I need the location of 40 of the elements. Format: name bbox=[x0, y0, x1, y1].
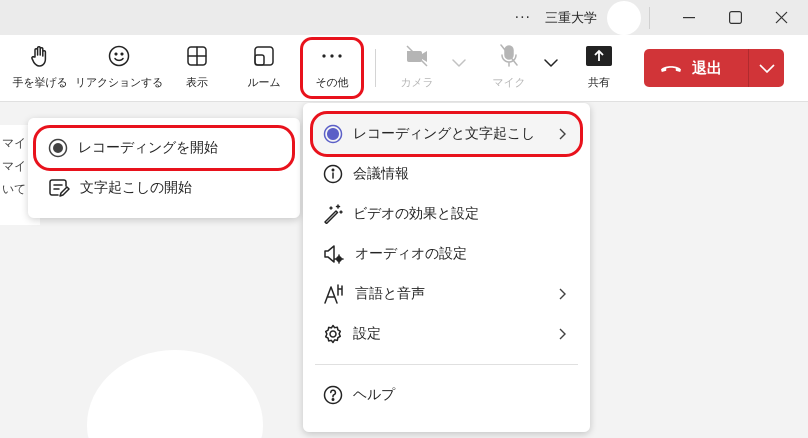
chevron-down-icon bbox=[758, 64, 774, 72]
record-icon bbox=[323, 124, 343, 144]
transcript-icon bbox=[48, 178, 70, 198]
share-icon bbox=[586, 46, 612, 66]
toolbar-button[interactable]: ルーム bbox=[232, 40, 296, 96]
settings-icon bbox=[323, 324, 343, 344]
grid-icon bbox=[187, 46, 207, 66]
info-icon bbox=[323, 164, 343, 184]
menu-item[interactable]: ヘルプ bbox=[313, 375, 580, 415]
camera-off-icon bbox=[405, 45, 429, 67]
mic-off-icon bbox=[499, 44, 519, 68]
more-options-icon[interactable]: ··· bbox=[514, 10, 531, 26]
menu-item[interactable]: 言語と音声 bbox=[313, 274, 580, 314]
toolbar-button[interactable]: 共有 bbox=[572, 40, 626, 96]
notification-text: マイ bbox=[2, 158, 27, 175]
radio-button-icon bbox=[48, 138, 68, 158]
toolbar-button[interactable]: 表示 bbox=[162, 40, 232, 96]
more-icon bbox=[322, 54, 342, 58]
menu-item[interactable]: 文字起こしの開始 bbox=[36, 168, 292, 208]
help-icon bbox=[323, 385, 343, 405]
toolbar-button[interactable]: リアクションする bbox=[76, 40, 162, 96]
language-icon bbox=[323, 283, 345, 305]
menu-item[interactable]: 会議情報 bbox=[313, 154, 580, 194]
menu-item[interactable]: オーディオの設定 bbox=[313, 234, 580, 274]
menu-item[interactable]: レコーディングと文字起こし bbox=[313, 114, 580, 154]
notification-text: マイ bbox=[2, 135, 27, 152]
speaker-gear-icon bbox=[323, 244, 345, 264]
smiley-icon bbox=[108, 45, 130, 67]
leave-options-button[interactable] bbox=[748, 49, 784, 87]
menu-item[interactable]: ビデオの効果と設定 bbox=[313, 194, 580, 234]
organization-name: 三重大学 bbox=[545, 10, 597, 26]
leave-button[interactable]: 退出 bbox=[644, 49, 748, 87]
toolbar-button[interactable]: 手を挙げる bbox=[4, 40, 76, 96]
menu-item[interactable]: レコーディングを開始 bbox=[36, 128, 292, 168]
toolbar-button[interactable]: その他 bbox=[303, 40, 361, 96]
phone-icon bbox=[660, 63, 682, 73]
notification-text: いて bbox=[2, 181, 27, 198]
magic-wand-icon bbox=[323, 204, 343, 224]
rooms-icon bbox=[254, 46, 274, 66]
menu-item[interactable]: 設定 bbox=[313, 314, 580, 354]
